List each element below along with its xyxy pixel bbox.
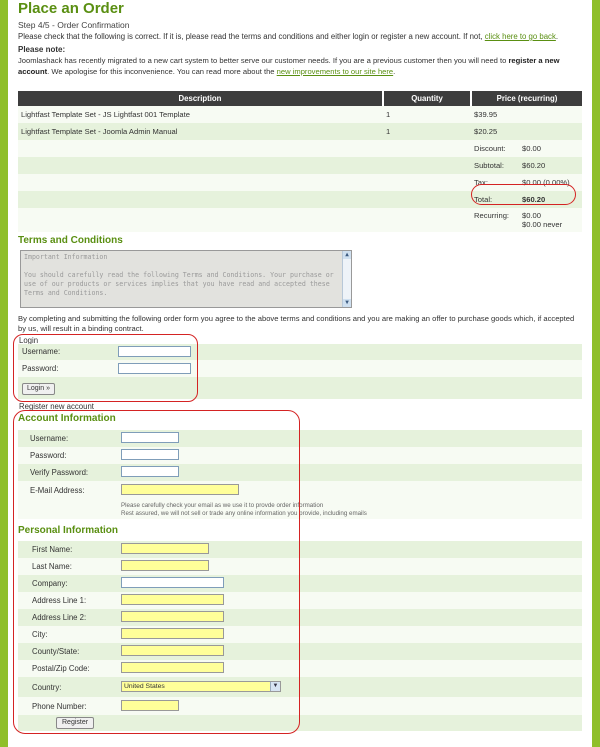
intro-text: Please check that the following is corre… [18,32,559,41]
page-title: Place an Order [18,0,124,17]
summary-row-recurring: Recurring: $0.00 $0.00 never [18,208,582,232]
scroll-up-icon[interactable]: ▲ [343,251,351,259]
table-row: Lightfast Template Set - JS Lightfast 00… [18,106,582,123]
header-quantity: Quantity [383,91,472,106]
note-title: Please note: [18,45,66,54]
summary-row-discount: Discount: $0.00 [18,140,582,157]
note-text: Joomlashack has recently migrated to a n… [18,56,560,76]
agreement-text: By completing and submitting the followi… [18,314,575,333]
go-back-link[interactable]: click here to go back [485,32,556,41]
scroll-down-icon[interactable]: ▼ [343,299,351,307]
order-table: Description Quantity Price (recurring) L… [18,91,582,232]
order-table-header: Description Quantity Price (recurring) [18,91,582,106]
terms-textarea[interactable]: Important Information You should careful… [20,250,352,308]
header-price: Price (recurring) [471,91,582,106]
improvements-link[interactable]: new improvements to our site here [277,67,394,76]
annotation-total-highlight [471,184,576,205]
terms-scrollbar[interactable]: ▲ ▼ [342,251,351,307]
annotation-login-highlight [13,334,198,402]
terms-heading: Terms and Conditions [18,235,123,246]
page: Place an Order Step 4/5 - Order Confirma… [8,0,592,747]
summary-row-subtotal: Subtotal: $60.20 [18,157,582,174]
table-row: Lightfast Template Set - Joomla Admin Ma… [18,123,582,140]
header-description: Description [18,91,384,106]
annotation-register-highlight [13,410,300,734]
step-indicator: Step 4/5 - Order Confirmation [18,20,130,30]
